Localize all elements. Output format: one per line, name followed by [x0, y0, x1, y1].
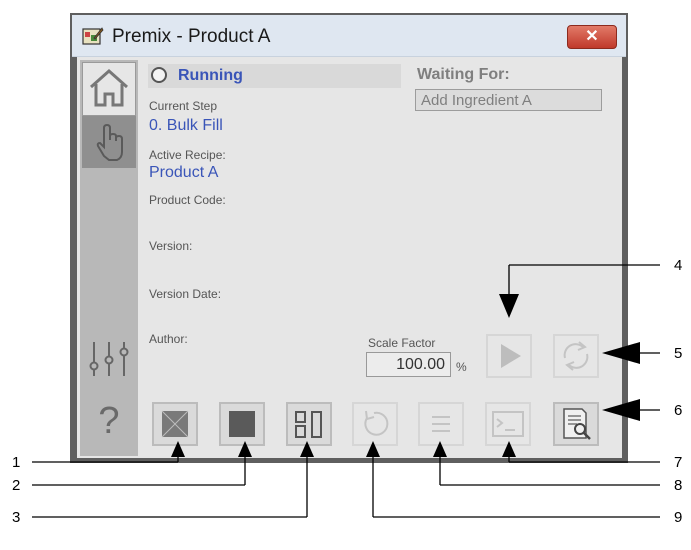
callout-1: 1	[12, 454, 21, 471]
callout-6: 6	[674, 402, 683, 419]
callout-3: 3	[12, 509, 21, 526]
callout-leaders	[32, 264, 660, 518]
callout-5: 5	[674, 345, 683, 362]
callout-7: 7	[674, 454, 683, 471]
callout-2: 2	[12, 477, 21, 494]
callout-9: 9	[674, 509, 683, 526]
callout-4: 4	[674, 257, 683, 274]
callout-8: 8	[674, 477, 683, 494]
